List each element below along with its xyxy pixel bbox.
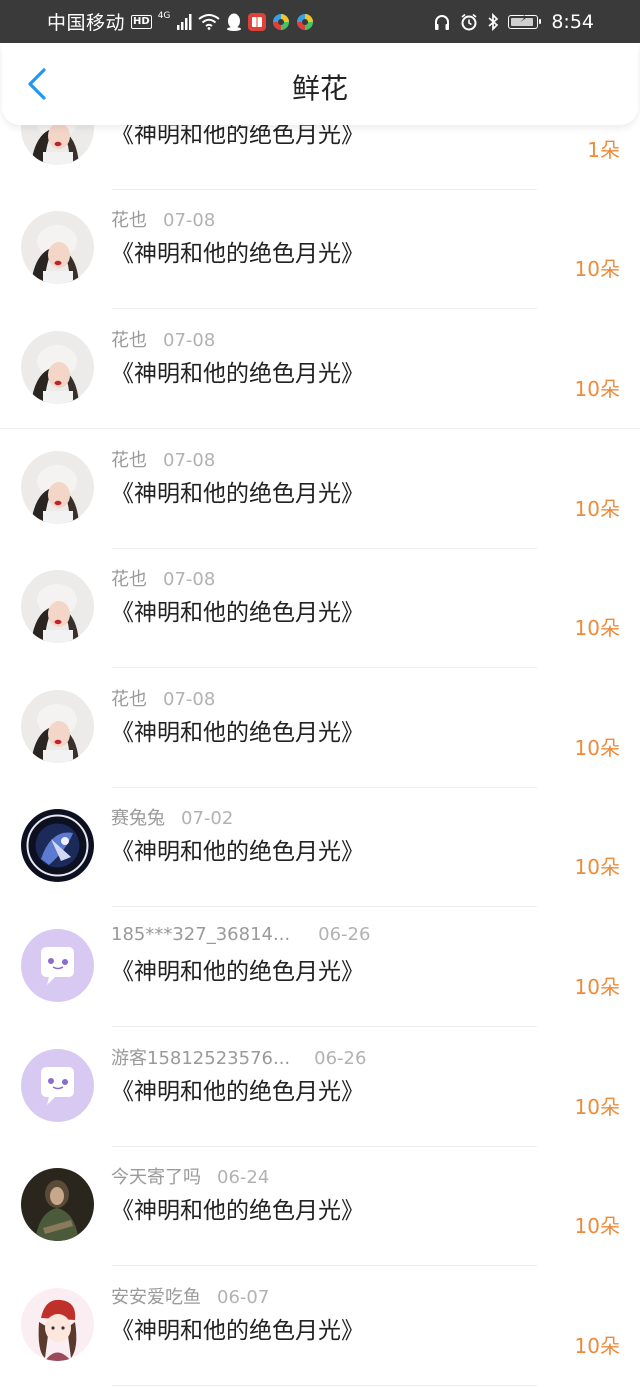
flower-amount: 10朵 — [574, 497, 620, 521]
divider — [112, 308, 537, 309]
divider — [0, 428, 640, 429]
avatar-girl-photo — [21, 570, 94, 643]
list-item[interactable]: 花也 07-08 《神明和他的绝色月光》 10朵 — [0, 430, 640, 549]
item-date: 07-02 — [181, 808, 234, 829]
book-app-icon — [248, 12, 267, 31]
flower-amount: 10朵 — [574, 736, 620, 760]
nav-header: 鲜花 — [2, 43, 638, 125]
flower-amount: 10朵 — [574, 1334, 620, 1358]
flower-amount: 10朵 — [574, 1095, 620, 1119]
divider — [112, 906, 537, 907]
battery-icon: ⚡ — [508, 12, 542, 29]
item-date: 07-08 — [163, 450, 216, 471]
item-date: 07-08 — [163, 689, 216, 710]
user-name: 安安爱吃鱼 — [111, 1287, 201, 1308]
divider — [112, 667, 537, 668]
clock-time: 8:54 — [551, 10, 594, 33]
status-bar: 中国移动 HD 4G ⚡ 8:54 — [0, 0, 640, 43]
flower-amount: 10朵 — [574, 257, 620, 281]
list-item[interactable]: 今天寄了吗 06-24 《神明和他的绝色月光》 10朵 — [0, 1147, 640, 1266]
avatar-anime — [21, 809, 94, 882]
qq-penguin-icon — [226, 13, 242, 31]
item-meta: 花也 07-08 — [111, 326, 215, 352]
flower-amount: 10朵 — [574, 377, 620, 401]
item-meta: 赛兔兔 07-02 — [111, 804, 233, 830]
item-meta: 花也 07-08 — [111, 206, 215, 232]
list-item[interactable]: 赛兔兔 07-02 《神明和他的绝色月光》 10朵 — [0, 788, 640, 907]
user-name: 赛兔兔 — [111, 808, 165, 829]
book-title: 《神明和他的绝色月光》 — [111, 1198, 364, 1224]
divider — [112, 1265, 537, 1266]
item-meta: 花也 07-08 — [111, 685, 215, 711]
flower-amount: 10朵 — [574, 855, 620, 879]
item-date: 06-07 — [217, 1287, 270, 1308]
headphones-icon — [433, 13, 451, 31]
book-title: 《神明和他的绝色月光》 — [111, 600, 364, 626]
divider — [112, 1026, 537, 1027]
wifi-icon — [198, 13, 221, 30]
flower-amount: 1朵 — [587, 138, 620, 162]
carrier-name: 中国移动 — [47, 12, 126, 34]
item-meta: 185***327_36814... 06-26 — [111, 924, 370, 945]
list-item[interactable]: 游客15812523576... 06-26 《神明和他的绝色月光》 10朵 — [0, 1028, 640, 1147]
user-name: 游客15812523576... — [111, 1048, 291, 1069]
book-title: 《神明和他的绝色月光》 — [111, 839, 364, 865]
divider — [112, 1385, 537, 1386]
user-name: 花也 — [111, 689, 147, 710]
colorful-app-icon — [272, 13, 290, 31]
book-title: 《神明和他的绝色月光》 — [111, 959, 364, 985]
book-title: 《神明和他的绝色月光》 — [111, 241, 364, 267]
book-title: 《神明和他的绝色月光》 — [111, 1079, 364, 1105]
user-name: 花也 — [111, 210, 147, 231]
book-title: 《神明和他的绝色月光》 — [111, 361, 364, 387]
list-item[interactable]: 花也 07-08 《神明和他的绝色月光》 10朵 — [0, 190, 640, 309]
list-item[interactable]: 花也 07-08 《神明和他的绝色月光》 10朵 — [0, 310, 640, 429]
avatar-dark-figure — [21, 1168, 94, 1241]
avatar-girl-photo — [21, 331, 94, 404]
item-date: 07-08 — [163, 210, 216, 231]
avatar-girl-photo — [21, 451, 94, 524]
hd-badge: HD — [131, 14, 152, 29]
flower-amount: 10朵 — [574, 616, 620, 640]
item-meta: 安安爱吃鱼 06-07 — [111, 1283, 269, 1309]
avatar-girl-photo — [21, 211, 94, 284]
book-title: 《神明和他的绝色月光》 — [111, 1318, 364, 1344]
item-date: 06-26 — [314, 1048, 367, 1069]
item-date: 07-08 — [163, 569, 216, 590]
bluetooth-icon — [487, 12, 499, 31]
avatar-cartoon-girl — [21, 1288, 94, 1361]
avatar-girl-photo — [21, 690, 94, 763]
item-date: 07-08 — [163, 330, 216, 351]
flower-amount: 10朵 — [574, 975, 620, 999]
item-meta: 花也 07-08 — [111, 565, 215, 591]
book-title: 《神明和他的绝色月光》 — [111, 481, 364, 507]
item-meta: 今天寄了吗 06-24 — [111, 1163, 269, 1189]
list-item[interactable]: 花也 07-08 《神明和他的绝色月光》 10朵 — [0, 669, 640, 788]
item-meta: 花也 07-08 — [111, 446, 215, 472]
book-title: 《神明和他的绝色月光》 — [111, 720, 364, 746]
list-item[interactable]: 安安爱吃鱼 06-07 《神明和他的绝色月光》 10朵 — [0, 1267, 640, 1386]
item-meta: 游客15812523576... 06-26 — [111, 1044, 366, 1070]
item-date: 06-26 — [318, 924, 371, 945]
alarm-icon — [460, 13, 478, 31]
avatar-chat-bubble-icon — [21, 1049, 94, 1122]
signal-icon — [176, 13, 192, 30]
user-name: 花也 — [111, 569, 147, 590]
avatar-chat-bubble-icon — [21, 929, 94, 1002]
page-title: 鲜花 — [291, 72, 348, 105]
flower-amount: 10朵 — [574, 1214, 620, 1238]
list-item[interactable]: 花也 07-08 《神明和他的绝色月光》 10朵 — [0, 549, 640, 668]
list-item[interactable]: 185***327_36814... 06-26 《神明和他的绝色月光》 10朵 — [0, 908, 640, 1027]
network-type: 4G — [157, 10, 171, 21]
item-date: 06-24 — [217, 1167, 270, 1188]
user-name: 花也 — [111, 330, 147, 351]
colorful-app-icon — [296, 13, 314, 31]
user-name: 今天寄了吗 — [111, 1167, 201, 1188]
user-name: 185***327_36814... — [111, 924, 291, 945]
user-name: 花也 — [111, 450, 147, 471]
